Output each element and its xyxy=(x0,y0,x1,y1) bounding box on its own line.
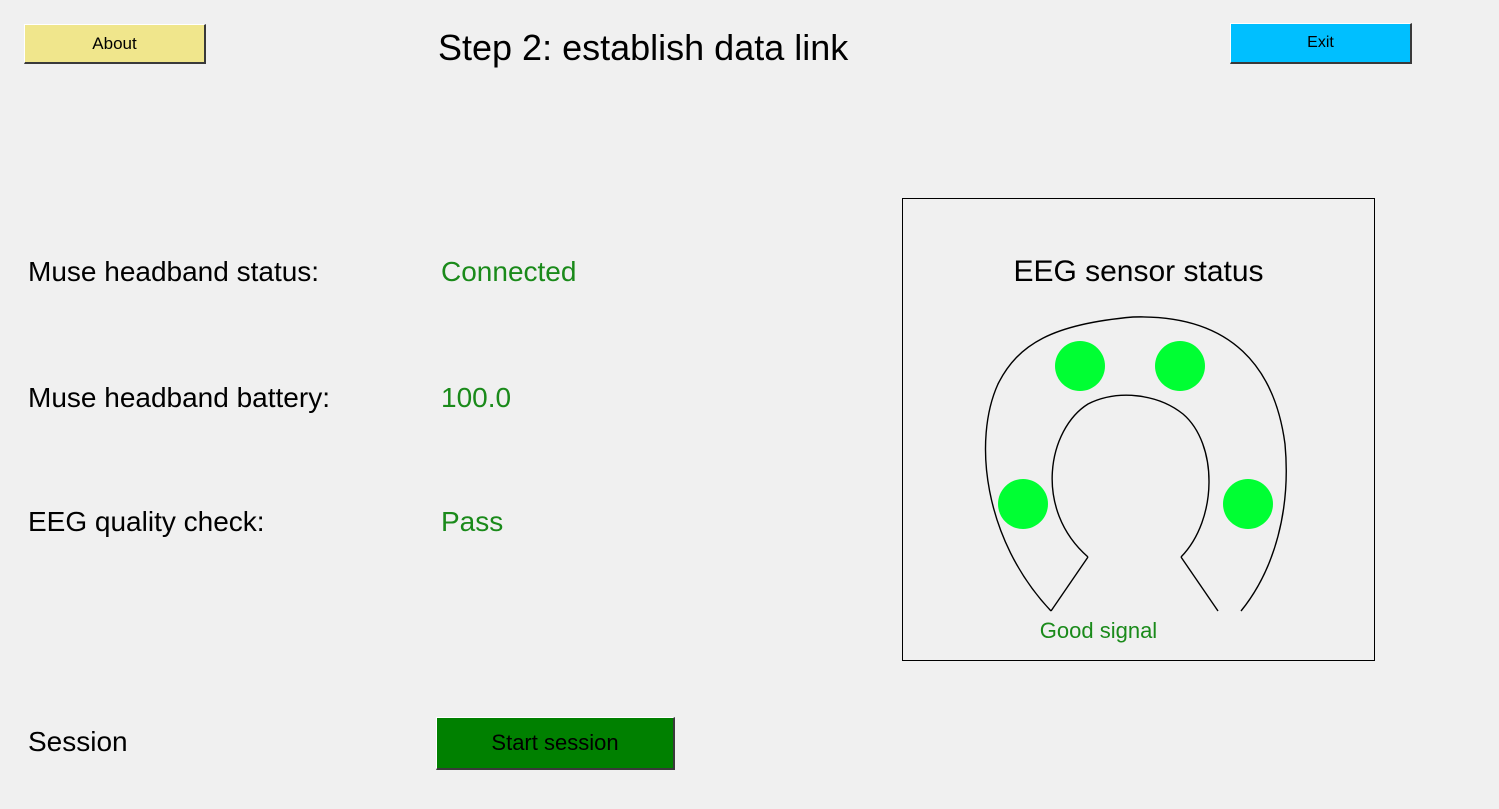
headband-outline-outer xyxy=(984,316,1287,612)
eeg-quality-value: Pass xyxy=(441,506,504,537)
about-button[interactable]: About xyxy=(24,24,206,64)
headband-leg-right xyxy=(1180,556,1219,612)
headband-outline-inner xyxy=(1051,394,1210,558)
start-session-button[interactable]: Start session xyxy=(436,717,675,770)
sensor-ear-right xyxy=(1223,479,1273,529)
sensor-front-left xyxy=(1055,341,1105,391)
headband-status-value: Connected xyxy=(441,256,577,287)
page-title: Step 2: establish data link xyxy=(438,27,849,68)
sensor-ear-left xyxy=(998,479,1048,529)
headband-status-label: Muse headband status: xyxy=(28,256,320,287)
eeg-quality-label: EEG quality check: xyxy=(28,506,265,537)
session-label: Session xyxy=(28,726,128,757)
headband-battery-label: Muse headband battery: xyxy=(28,382,330,413)
sensor-front-right xyxy=(1155,341,1205,391)
eeg-sensor-panel: EEG sensor status Good signal xyxy=(902,198,1375,661)
signal-status-text: Good signal xyxy=(1039,618,1158,643)
headband-battery-value: 100.0 xyxy=(441,382,512,413)
headband-leg-left xyxy=(1050,556,1089,612)
exit-button[interactable]: Exit xyxy=(1230,23,1412,64)
headband-diagram xyxy=(984,316,1287,612)
